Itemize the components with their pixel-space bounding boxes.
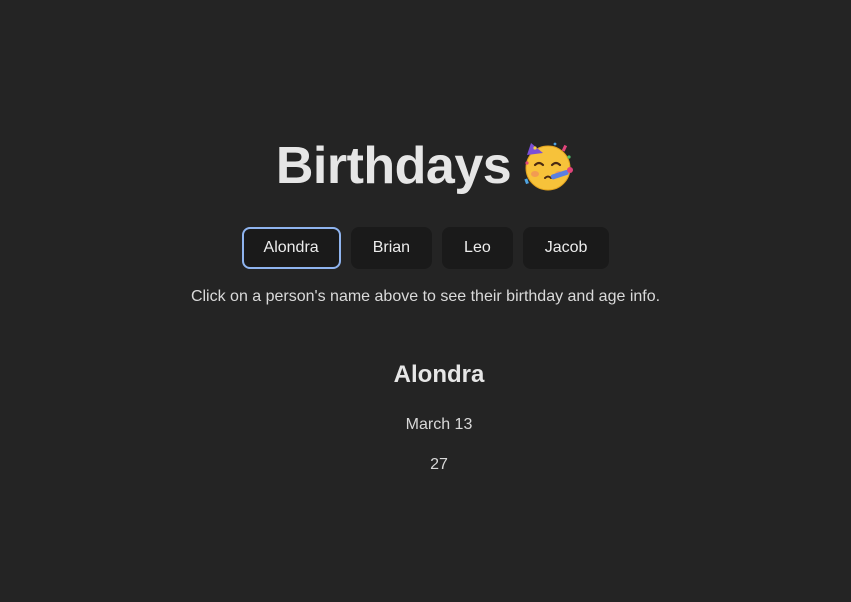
tab-alondra[interactable]: Alondra (241, 227, 341, 269)
instructions-text: Click on a person's name above to see th… (190, 288, 661, 305)
birthdays-page: Birthdays Alondra Brian Leo Jacob Click … (0, 0, 851, 602)
selected-person-birthday: March 13 (405, 416, 473, 433)
tab-brian[interactable]: Brian (350, 227, 433, 269)
selected-person-age: 27 (430, 456, 448, 473)
page-title: Birthdays (275, 137, 512, 195)
partying-face-icon (521, 139, 575, 193)
title-row: Birthdays (0, 134, 851, 198)
tab-leo[interactable]: Leo (442, 227, 513, 269)
tab-jacob[interactable]: Jacob (522, 227, 610, 269)
person-tabs: Alondra Brian Leo Jacob (0, 227, 851, 269)
selected-person-name: Alondra (393, 361, 485, 388)
